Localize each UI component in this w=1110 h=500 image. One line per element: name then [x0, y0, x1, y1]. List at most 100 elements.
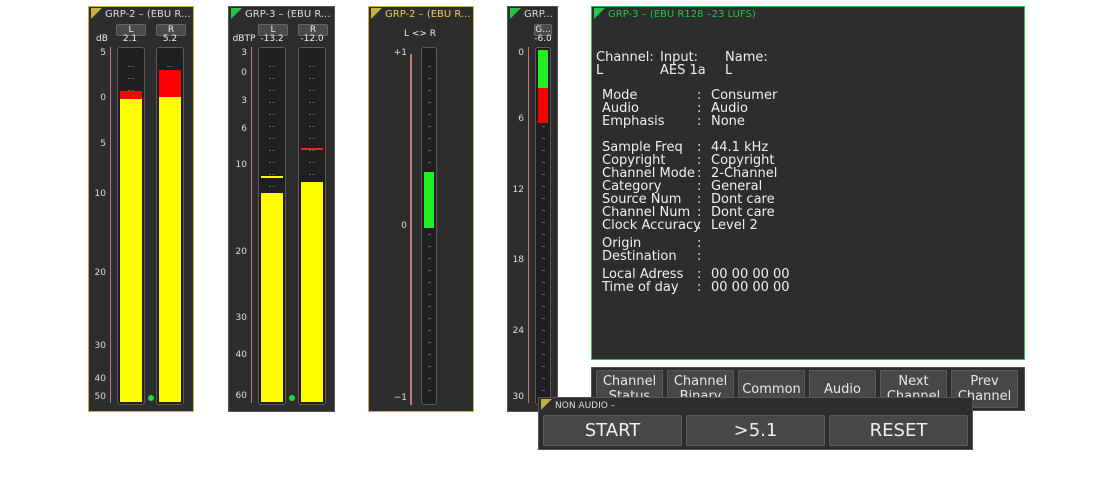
channel-value: L	[596, 63, 604, 78]
scale-tick-label: 20	[235, 247, 247, 257]
meter-bar-l	[117, 47, 145, 405]
level-fill-red	[538, 88, 548, 123]
scale-tick-label: 3	[241, 48, 247, 58]
correlation-meter-panel[interactable]: GRP-2 – (EBU R... L <> R +1 0 −1	[368, 6, 474, 412]
scale-tick-label: 40	[94, 374, 106, 384]
non-audio-panel: NON AUDIO – START >5.1 RESET	[538, 397, 973, 450]
panel-title: NON AUDIO –	[541, 399, 970, 413]
scale-tick-label: 5	[100, 139, 106, 149]
panel-title: GRP-3 – (EBU R128 –23 LUFS)	[594, 8, 1022, 22]
scale-tick-label: +1	[393, 48, 407, 58]
scale-gridline	[309, 78, 315, 79]
scale-gridline	[541, 318, 545, 319]
scale-tick-label: 30	[512, 392, 524, 402]
scale-tick-label: 40	[235, 350, 247, 360]
scale-tick-label: −1	[393, 393, 407, 403]
scale-gridline	[309, 162, 315, 163]
scale-gridline	[541, 126, 545, 127]
scale-gridline	[427, 114, 431, 115]
scale-gridline	[309, 138, 315, 139]
channel-value-r: -12.0	[300, 34, 324, 44]
meter-bar-l	[258, 47, 286, 405]
scale-gridline	[541, 246, 545, 247]
status-field-label: Time of day	[602, 280, 679, 295]
scale-gridline	[427, 246, 431, 247]
status-field-colon: :	[697, 114, 702, 129]
level-fill-green	[538, 50, 548, 88]
corner-flag-icon	[371, 8, 382, 19]
scale-gridline	[427, 330, 431, 331]
scale-gridline	[541, 294, 545, 295]
scale-gridline	[427, 342, 431, 343]
scale-gridline	[309, 114, 315, 115]
meter-panel-grp2-peak[interactable]: GRP-2 – (EBU R... dB L R 2.1 5.2 5 0 5 1…	[88, 6, 194, 412]
scale-gridline	[269, 126, 275, 127]
meter-title: GRP-2 – (EBU R...	[91, 8, 191, 22]
correlation-bar	[421, 47, 437, 405]
scale-gridline	[541, 210, 545, 211]
channel-value: -6.0	[534, 34, 552, 44]
meter-panel-grp3-truepeak[interactable]: GRP-3 – (EBU R... dBTP L R -13.2 -12.0 3…	[228, 6, 335, 412]
scale-gridline	[541, 174, 545, 175]
scale-gridline	[427, 66, 431, 67]
meter-panel-grp-narrow[interactable]: GRP... G... -6.0 0 6 12 18 24 30	[507, 6, 558, 412]
scale-rail	[528, 47, 529, 403]
peak-fill	[159, 70, 181, 97]
scale-tick-label: 18	[512, 255, 524, 265]
scale-gridline	[269, 78, 275, 79]
meter-title: GRP-3 – (EBU R...	[231, 8, 332, 22]
meter-title: GRP...	[510, 8, 555, 22]
button-line1: Audio	[824, 382, 861, 397]
scale-gridline	[541, 222, 545, 223]
scale-gridline	[541, 162, 545, 163]
scale-gridline	[541, 150, 545, 151]
button-line1: Common	[742, 382, 801, 397]
scale-gridline	[541, 258, 545, 259]
scale-gridline	[427, 294, 431, 295]
scale-gridline	[427, 162, 431, 163]
scale-gridline	[541, 330, 545, 331]
scale-gridline	[128, 66, 134, 67]
peak-hold-line	[261, 176, 283, 178]
scale-tick-label: 0	[241, 68, 247, 78]
scale-gridline	[269, 150, 275, 151]
scale-gridline	[541, 342, 545, 343]
scale-gridline	[427, 126, 431, 127]
scale-gridline	[309, 174, 315, 175]
input-value: AES 1a	[660, 63, 706, 78]
scale-tick-label: 30	[94, 341, 106, 351]
scale-tick-label: 3	[241, 96, 247, 106]
scale-tick-label: 6	[518, 114, 524, 124]
scale-rail	[110, 47, 111, 403]
reset-button[interactable]: RESET	[829, 415, 968, 446]
scale-gridline	[541, 186, 545, 187]
scale-tick-label: 6	[241, 124, 247, 134]
corner-flag-icon	[91, 8, 102, 19]
scale-tick-label: 50	[94, 392, 106, 402]
scale-rail	[251, 47, 252, 403]
scale-gridline	[427, 282, 431, 283]
scale-tick-label: 60	[235, 391, 247, 401]
corner-flag-icon	[231, 8, 242, 19]
scale-gridline	[541, 366, 545, 367]
peak-fill	[120, 91, 142, 99]
unit-label: dBTP	[232, 34, 256, 44]
scale-gridline	[427, 234, 431, 235]
level-fill	[261, 193, 283, 402]
scale-tick-label: 12	[512, 185, 524, 195]
scale-gridline	[269, 174, 275, 175]
scale-gridline	[309, 102, 315, 103]
status-field-label: Emphasis	[602, 114, 665, 129]
corner-flag-icon	[594, 8, 605, 19]
scale-gridline	[167, 66, 173, 67]
status-field-value: None	[711, 114, 745, 129]
start-button[interactable]: START	[543, 415, 682, 446]
scale-gridline	[427, 306, 431, 307]
scale-gridline	[427, 90, 431, 91]
upmix-5-1-button[interactable]: >5.1	[686, 415, 825, 446]
channel-label: Channel:	[596, 50, 654, 65]
status-field-colon: :	[697, 280, 702, 295]
scale-tick-label: 10	[235, 160, 247, 170]
scale-gridline	[427, 78, 431, 79]
scale-gridline	[269, 102, 275, 103]
